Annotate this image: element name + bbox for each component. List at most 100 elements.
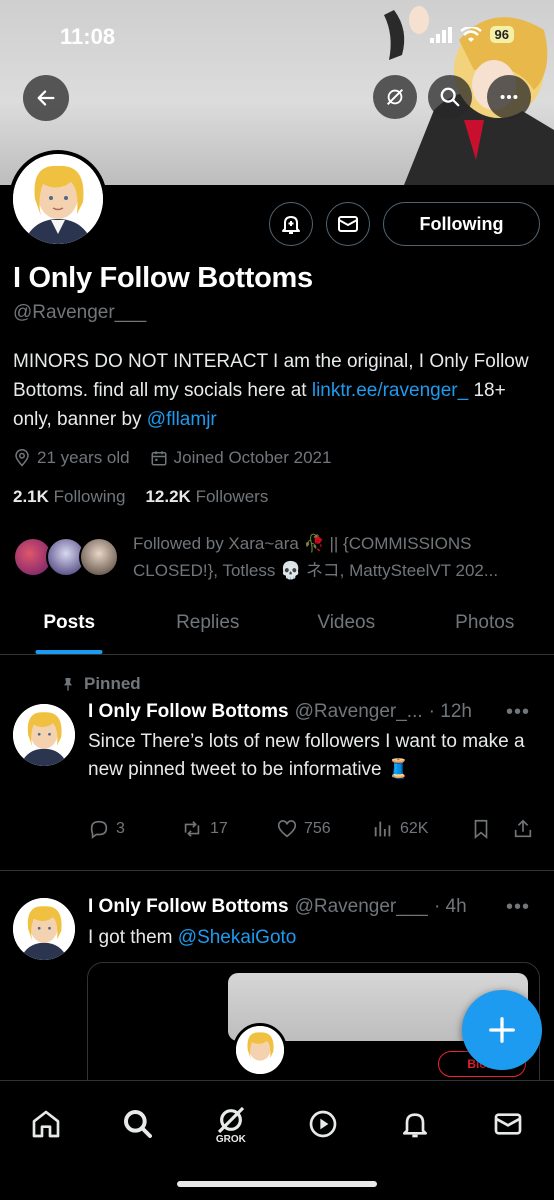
age-item: 21 years old: [13, 448, 130, 468]
post-avatar[interactable]: [13, 704, 75, 766]
nav-video[interactable]: [298, 1099, 348, 1149]
post-header: I Only Follow Bottoms @Ravenger_... · 12…: [88, 701, 543, 723]
search-button[interactable]: [428, 75, 472, 119]
search-icon: [124, 1110, 153, 1138]
search-icon: [440, 87, 460, 107]
followers-count: 12.2K: [145, 487, 191, 506]
followed-by-row[interactable]: Followed by Xara~ara 🥀 || {COMMISSIONS C…: [13, 530, 533, 584]
repost-icon: [184, 821, 200, 837]
followed-by-text: Followed by Xara~ara 🥀 || {COMMISSIONS C…: [133, 530, 533, 584]
post-author-handle[interactable]: @Ravenger_...: [295, 701, 423, 723]
signal-icon: [429, 26, 452, 43]
reply-icon: [90, 820, 108, 839]
profile-meta: 21 years old Joined October 2021: [13, 448, 331, 468]
post-header: I Only Follow Bottoms @Ravenger___ · 4h …: [88, 896, 543, 918]
followed-by-avatars: [13, 533, 121, 581]
post-text-prefix: I got them: [88, 927, 178, 948]
post-actions: 3 17 756 62K: [88, 818, 543, 840]
compose-button[interactable]: [462, 990, 542, 1070]
profile-tabs: Posts Replies Videos Photos: [0, 600, 554, 655]
post-mention-link[interactable]: @ShekaiGoto: [178, 927, 297, 948]
follow-counts: 2.1K Following 12.2K Followers: [13, 487, 268, 507]
post-author-handle[interactable]: @Ravenger___: [295, 896, 428, 918]
calendar-icon: [151, 451, 167, 466]
nav-search[interactable]: [113, 1099, 163, 1149]
mail-icon: [338, 216, 358, 232]
grok-icon: [217, 1106, 244, 1133]
share-button[interactable]: [512, 818, 534, 840]
nav-messages[interactable]: [483, 1099, 533, 1149]
avatar-image: [13, 154, 103, 244]
views-button[interactable]: 62K: [372, 818, 470, 840]
post-pinned[interactable]: Pinned I Only Follow Bottoms @Ravenger_.…: [0, 668, 554, 871]
like-count: 756: [304, 820, 331, 837]
profile-handle: @Ravenger___: [13, 302, 147, 323]
tab-replies[interactable]: Replies: [139, 600, 278, 654]
back-button[interactable]: [23, 75, 69, 121]
nav-home[interactable]: [21, 1099, 71, 1149]
plus-icon: [489, 1017, 515, 1043]
post-more-icon[interactable]: •••: [506, 701, 530, 724]
avatar-image: [13, 704, 75, 766]
bookmark-icon: [474, 819, 488, 840]
pin-icon: [64, 678, 72, 691]
pinned-text: Pinned: [84, 674, 141, 693]
following-link[interactable]: 2.1K Following: [13, 487, 125, 507]
bookmark-button[interactable]: [470, 818, 512, 840]
home-icon: [32, 1110, 60, 1138]
mail-icon: [494, 1113, 522, 1135]
post-avatar[interactable]: [13, 898, 75, 960]
joined-text: Joined October 2021: [173, 448, 332, 467]
views-icon: [374, 821, 391, 837]
post-time[interactable]: · 4h: [434, 896, 467, 918]
home-indicator: [177, 1181, 377, 1187]
reply-button[interactable]: 3: [88, 818, 180, 840]
post-text: I got them @ShekaiGoto: [88, 924, 528, 952]
back-arrow-icon: [37, 90, 55, 106]
repost-count: 17: [210, 820, 228, 837]
post-author-name[interactable]: I Only Follow Bottoms: [88, 701, 289, 723]
like-button[interactable]: 756: [276, 818, 372, 840]
follower-avatar: [79, 537, 119, 577]
bell-plus-icon: [282, 216, 300, 234]
share-icon: [514, 819, 532, 838]
age-text: 21 years old: [37, 448, 130, 467]
embedded-screenshot-avatar: [233, 1023, 287, 1077]
post-author-name[interactable]: I Only Follow Bottoms: [88, 896, 289, 918]
status-time: 11:08: [60, 24, 116, 49]
message-button[interactable]: [326, 202, 370, 246]
reply-count: 3: [116, 820, 125, 837]
following-count: 2.1K: [13, 487, 49, 506]
followers-label: Followers: [195, 487, 269, 506]
notifications-toggle-button[interactable]: [269, 202, 313, 246]
followed-by-label: Followed by Xara~ara 🥀 || {COMMISSIONS C…: [133, 534, 499, 580]
grok-icon: [386, 88, 404, 106]
grok-button[interactable]: [373, 75, 417, 119]
pinned-label: Pinned: [60, 674, 141, 694]
tab-videos[interactable]: Videos: [277, 600, 416, 654]
followers-link[interactable]: 12.2K Followers: [145, 487, 268, 507]
tab-posts[interactable]: Posts: [0, 600, 139, 654]
post-more-icon[interactable]: •••: [506, 896, 530, 919]
tab-photos[interactable]: Photos: [416, 600, 554, 654]
bio-mention-link[interactable]: @fllamjr: [147, 409, 217, 430]
wifi-icon: [459, 26, 482, 42]
bell-icon: [403, 1113, 428, 1138]
joined-item: Joined October 2021: [150, 448, 332, 468]
post-time[interactable]: · 12h: [429, 701, 472, 723]
grok-label: GROK: [215, 1133, 246, 1145]
following-label: Following: [53, 487, 126, 506]
following-button[interactable]: Following: [383, 202, 540, 246]
bio-link[interactable]: linktr.ee/ravenger_: [312, 380, 468, 401]
repost-button[interactable]: 17: [180, 818, 276, 840]
battery-indicator: 96: [489, 26, 514, 43]
nav-notifications[interactable]: [390, 1099, 440, 1149]
profile-display-name: I Only Follow Bottoms: [13, 262, 313, 294]
more-button[interactable]: [487, 75, 531, 119]
more-icon: [500, 94, 518, 100]
profile-bio: MINORS DO NOT INTERACT I am the original…: [13, 347, 533, 434]
profile-avatar[interactable]: [9, 150, 107, 248]
heart-icon: [277, 820, 297, 838]
nav-grok[interactable]: GROK: [206, 1099, 256, 1149]
bottom-navigation: GROK: [0, 1080, 554, 1200]
